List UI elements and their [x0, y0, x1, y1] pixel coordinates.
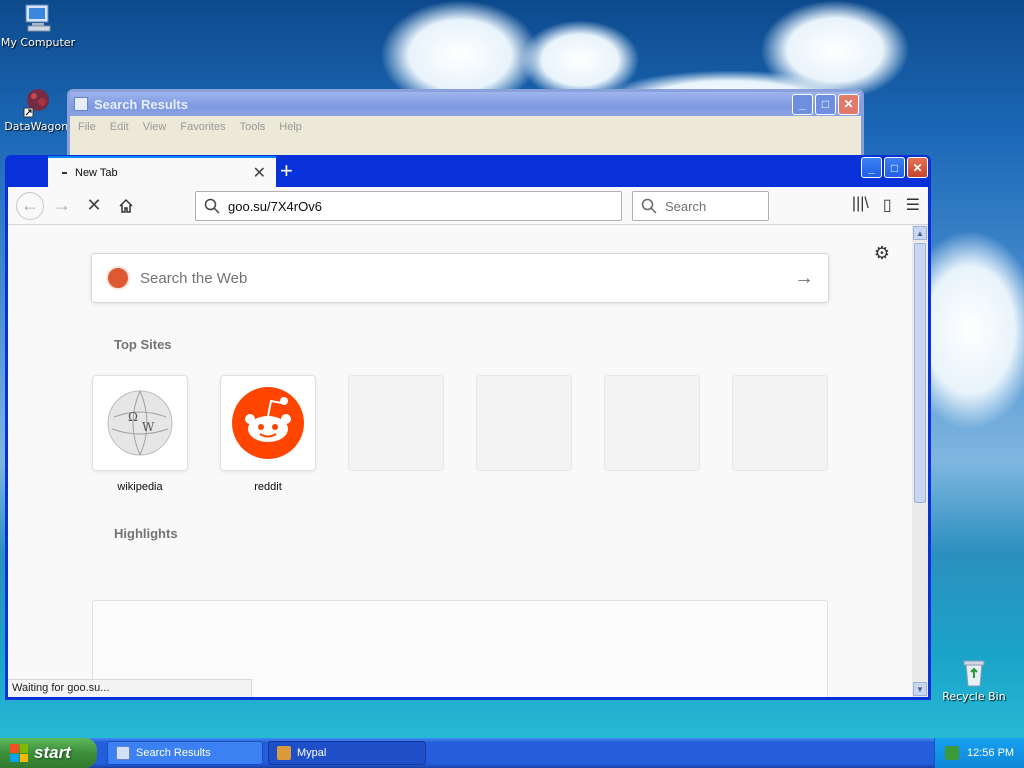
search-document-icon	[74, 97, 88, 111]
web-search-input[interactable]: Search the Web →	[91, 253, 829, 303]
top-site-reddit[interactable]: reddit	[220, 375, 316, 493]
start-button[interactable]: start	[0, 738, 97, 768]
top-site-empty[interactable]	[732, 375, 828, 471]
svg-text:W: W	[142, 420, 155, 434]
menu-favorites[interactable]: Favorites	[180, 121, 225, 133]
url-text: goo.su/7X4rOv6	[228, 198, 322, 214]
stop-button[interactable]: ✕	[80, 192, 108, 220]
gear-icon[interactable]: ⚙	[874, 243, 890, 264]
minimize-button[interactable]: _	[792, 93, 813, 115]
computer-icon	[22, 2, 54, 34]
desktop-icon-recycle-bin[interactable]: Recycle Bin	[936, 656, 1012, 703]
top-sites-title: Top Sites	[114, 337, 172, 352]
scroll-down-icon[interactable]: ▼	[913, 682, 927, 696]
menu-bar: File Edit View Favorites Tools Help	[70, 116, 861, 138]
svg-text:Ω: Ω	[128, 410, 138, 424]
top-site-empty[interactable]	[348, 375, 444, 471]
menu-icon[interactable]: ☰	[906, 195, 920, 215]
search-bar[interactable]: Search	[632, 191, 769, 221]
sidebar-icon[interactable]: ▯	[883, 195, 892, 215]
window-titlebar[interactable]: Search Results _ □ ✕	[70, 92, 861, 116]
close-button[interactable]: ✕	[907, 157, 928, 178]
forward-button[interactable]: →	[48, 192, 76, 220]
taskbar-item-label: Mypal	[297, 747, 327, 759]
mypal-icon	[277, 746, 291, 760]
maximize-button[interactable]: □	[815, 93, 836, 115]
top-site-empty[interactable]	[604, 375, 700, 471]
site-name: wikipedia	[117, 481, 163, 493]
maximize-button[interactable]: □	[884, 157, 905, 178]
windows-logo-icon	[10, 744, 28, 762]
desktop-icon-label: My Computer	[0, 36, 76, 49]
duckduckgo-icon	[106, 266, 130, 290]
tab-new-tab[interactable]: New Tab ✕	[48, 156, 276, 187]
minimize-button[interactable]: _	[861, 157, 882, 178]
network-icon[interactable]	[945, 746, 959, 760]
site-tile[interactable]	[220, 375, 316, 471]
vertical-scrollbar[interactable]: ▲ ▼	[912, 225, 928, 697]
highlights-title: Highlights	[114, 526, 178, 541]
close-tab-icon[interactable]: ✕	[253, 163, 266, 183]
top-site-empty[interactable]	[476, 375, 572, 471]
browser-body: ← → ✕ goo.su/7X4rOv6 Search |||\ ▯ ☰ Sea…	[8, 187, 928, 697]
search-icon	[204, 198, 220, 214]
desktop-icon-my-computer[interactable]: My Computer	[0, 2, 76, 49]
empty-site-tile[interactable]	[348, 375, 444, 471]
reddit-icon	[232, 387, 304, 459]
menu-help[interactable]: Help	[279, 121, 302, 133]
recycle-bin-icon	[958, 656, 990, 688]
site-tile[interactable]: ΩW	[92, 375, 188, 471]
url-bar[interactable]: goo.su/7X4rOv6	[195, 191, 622, 221]
taskbar-item-search-results[interactable]: Search Results	[107, 741, 263, 765]
taskbar: start Search Results Mypal 12:56 PM	[0, 738, 1024, 768]
desktop-icon-label: DataWagon.	[4, 120, 72, 133]
search-icon	[641, 198, 657, 214]
arrow-right-icon[interactable]: →	[794, 267, 814, 290]
menu-edit[interactable]: Edit	[110, 121, 129, 133]
new-tab-button[interactable]: +	[280, 158, 293, 184]
site-name: reddit	[254, 481, 282, 493]
desktop-icon-label: Recycle Bin	[942, 690, 1006, 703]
taskbar-item-label: Search Results	[136, 747, 211, 759]
desktop-icon-datawagon[interactable]: DataWagon.	[0, 86, 76, 133]
clock[interactable]: 12:56 PM	[967, 747, 1014, 759]
back-button[interactable]: ←	[16, 191, 44, 220]
datawagon-icon	[22, 86, 54, 118]
empty-site-tile[interactable]	[604, 375, 700, 471]
top-site-wikipedia[interactable]: ΩW wikipedia	[92, 375, 188, 493]
status-panel: Waiting for goo.su...	[8, 679, 252, 697]
browser-titlebar[interactable]: New Tab ✕ + _ □ ✕	[8, 155, 928, 187]
taskbar-item-mypal[interactable]: Mypal	[268, 741, 426, 765]
loading-icon	[62, 171, 67, 174]
close-button[interactable]: ✕	[838, 93, 859, 115]
menu-file[interactable]: File	[78, 121, 96, 133]
menu-tools[interactable]: Tools	[240, 121, 266, 133]
library-icon[interactable]: |||\	[852, 195, 869, 215]
empty-site-tile[interactable]	[732, 375, 828, 471]
menu-view[interactable]: View	[143, 121, 167, 133]
scroll-up-icon[interactable]: ▲	[913, 226, 927, 240]
browser-window[interactable]: New Tab ✕ + _ □ ✕ ← → ✕ goo.su/7X4rOv6 S…	[5, 155, 931, 700]
search-document-icon	[116, 746, 130, 760]
web-search-placeholder: Search the Web	[140, 269, 248, 287]
navigation-toolbar: ← → ✕ goo.su/7X4rOv6 Search |||\ ▯ ☰	[8, 187, 928, 225]
search-placeholder: Search	[665, 198, 707, 214]
home-icon	[119, 198, 133, 213]
scrollbar-thumb[interactable]	[914, 243, 926, 503]
new-tab-page: Search the Web → ⚙ Top Sites ΩW wikipedi…	[8, 225, 912, 697]
empty-site-tile[interactable]	[476, 375, 572, 471]
tab-title: New Tab	[75, 166, 118, 179]
wikipedia-globe-icon: ΩW	[107, 390, 173, 456]
window-title: Search Results	[94, 96, 188, 112]
home-button[interactable]	[112, 192, 140, 220]
system-tray: 12:56 PM	[934, 738, 1024, 768]
start-label: start	[34, 743, 71, 762]
